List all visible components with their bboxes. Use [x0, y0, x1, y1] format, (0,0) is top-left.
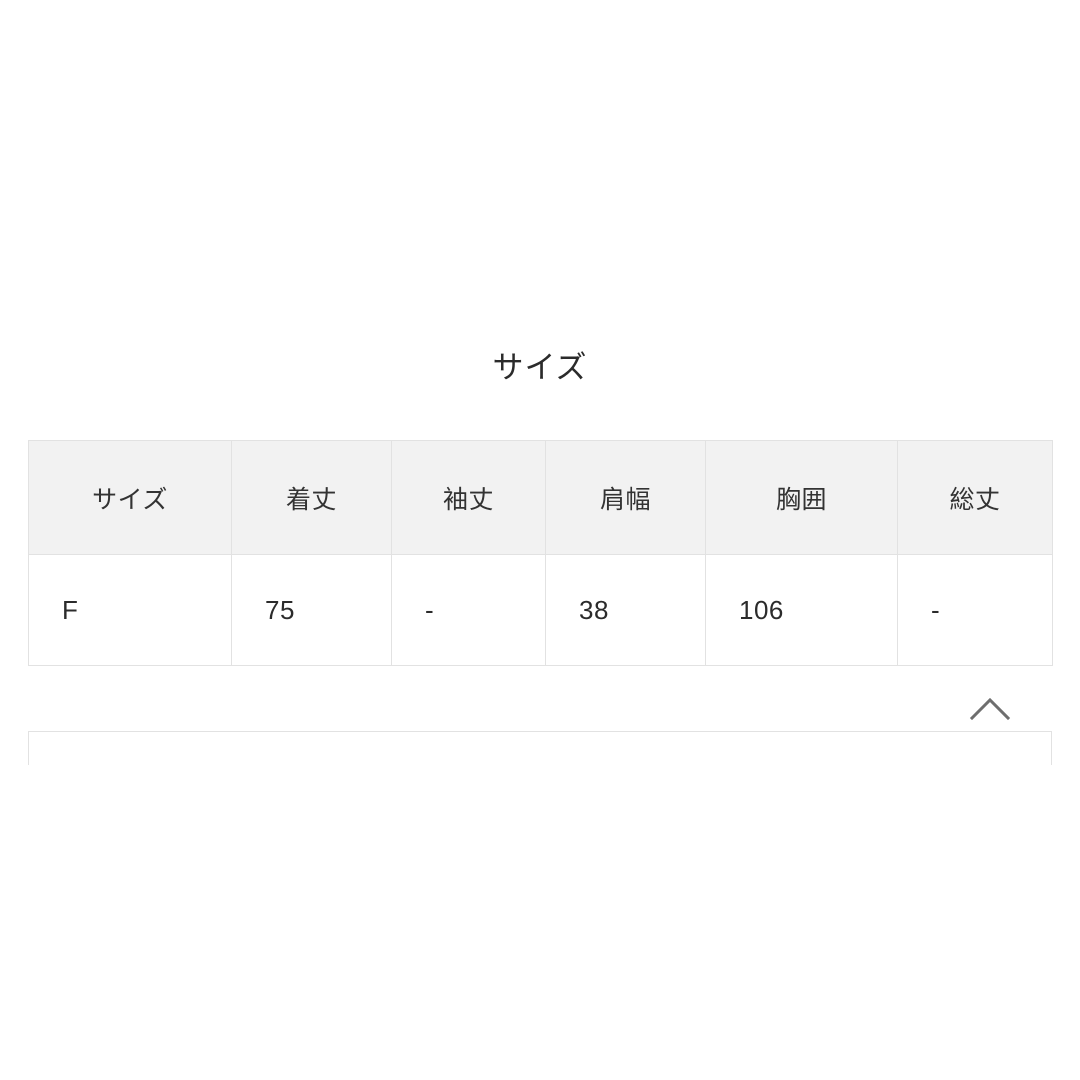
size-section-header[interactable]: サイズ: [0, 338, 1080, 721]
table-row: F 75 - 38 106 -: [28, 554, 1053, 666]
chevron-up-icon[interactable]: [966, 688, 1014, 728]
column-header-sleeve: 袖丈: [391, 440, 546, 555]
size-table: サイズ 着丈 袖丈 肩幅 胸囲 総丈 F 75 - 38 106 -: [28, 440, 1053, 666]
page-title: サイズ: [492, 350, 588, 385]
cell-sleeve: -: [391, 554, 546, 666]
cell-bust: 106: [705, 554, 898, 666]
table-header-row: サイズ 着丈 袖丈 肩幅 胸囲 総丈: [28, 440, 1053, 555]
cell-shoulder: 38: [545, 554, 706, 666]
cell-size: F: [28, 554, 232, 666]
size-table-container: サイズ 着丈 袖丈 肩幅 胸囲 総丈 F 75 - 38 106 -: [28, 440, 1053, 666]
cell-total: -: [897, 554, 1053, 666]
column-header-size: サイズ: [28, 440, 232, 555]
column-header-shoulder: 肩幅: [545, 440, 706, 555]
column-header-bust: 胸囲: [705, 440, 898, 555]
viewport-clip: [0, 765, 1080, 1080]
cell-length: 75: [231, 554, 392, 666]
column-header-total: 総丈: [897, 440, 1053, 555]
column-header-length: 着丈: [231, 440, 392, 555]
